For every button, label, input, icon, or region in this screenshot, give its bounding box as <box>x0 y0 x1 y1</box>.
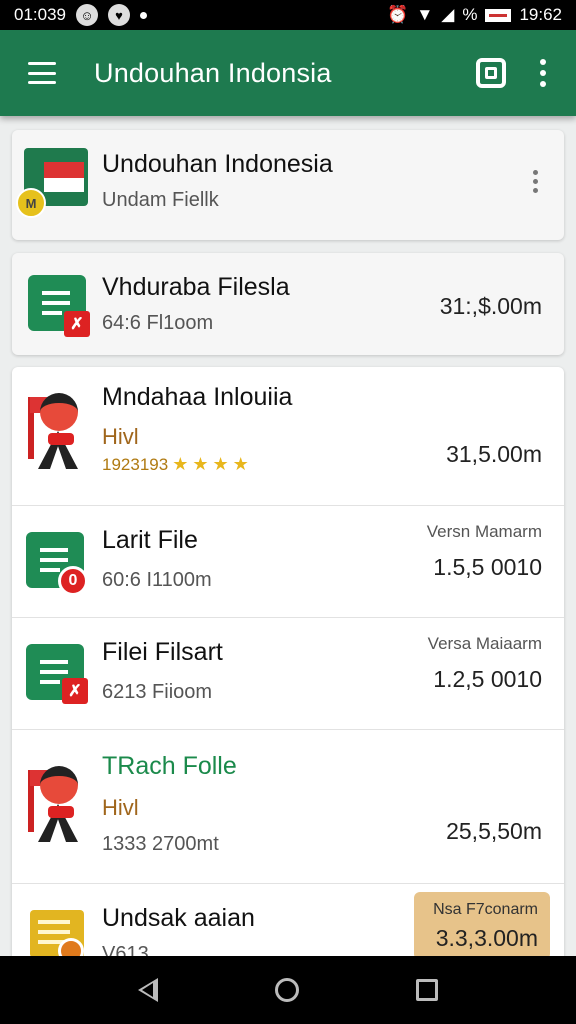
notification-message-icon: ♥ <box>108 4 130 26</box>
list-item[interactable]: ✗ Filei Filsart 6213 Fiioom Versa Maiaar… <box>12 617 564 729</box>
home-icon[interactable] <box>274 978 299 1002</box>
list-item-amount: 25,5,50m <box>446 818 542 844</box>
list-item-title: Larit File <box>102 526 198 554</box>
signal-icon: ◢ <box>441 5 455 24</box>
file-card-amount: 31:,$.00m <box>439 293 542 319</box>
alarm-icon: ⏰ <box>387 5 409 24</box>
list-item-title: Filei Filsart <box>102 638 223 666</box>
price-tag[interactable]: Nsa F7conarm 3.3,3.00m <box>414 892 550 960</box>
back-icon[interactable] <box>138 978 159 1002</box>
rating: 1923193 ★ ★ ★ ★ <box>102 454 292 475</box>
list-item[interactable]: Undsak aaian V613 Nsa F7conarm 3.3,3.00m <box>12 883 564 967</box>
list-item-amount: 1.2,5 0010 <box>433 666 542 692</box>
cast-icon[interactable] <box>476 58 506 88</box>
header-card[interactable]: M Undouhan Indonesia Undam Fiellk <box>12 130 564 240</box>
recent-apps-icon[interactable] <box>415 979 438 1001</box>
list-item-title: Undsak aaian <box>102 904 255 932</box>
red-mark-icon: ✗ <box>62 678 88 704</box>
navigation-bar <box>0 956 576 1024</box>
star-icon: ★ <box>172 454 189 474</box>
list-item-amount: 31,5.00m <box>446 441 542 467</box>
red-badge-icon: 0 <box>58 566 88 596</box>
price-tag-amount: 3.3,3.00m <box>435 924 538 951</box>
battery-icon <box>485 8 512 22</box>
star-icon: ★ <box>192 454 209 474</box>
list-item-title: TRach Folle <box>102 752 237 780</box>
star-icon: ★ <box>232 454 249 474</box>
status-bar-right: ⏰ ▼ ◢ % 19:62 <box>387 5 562 25</box>
more-options-icon[interactable] <box>540 59 546 87</box>
app-bar: Undouhan Indonsia <box>0 30 576 116</box>
app-title: Undouhan Indonsia <box>94 57 332 88</box>
file-list: Mndahaa Inlouiia Hivl 1923193 ★ ★ ★ ★ 31… <box>12 367 564 967</box>
battery-percent-symbol: % <box>462 5 478 24</box>
wifi-icon: ▼ <box>416 5 434 24</box>
avatar-icon <box>26 760 86 846</box>
list-item-subtitle: 6213 Fiioom <box>102 681 213 703</box>
list-item-subtitle: 60:6 I1100m <box>102 569 212 591</box>
rating-number: 1923193 <box>102 454 169 474</box>
badge-icon: M <box>16 188 46 218</box>
file-card-subtitle: 64:6 Fl1oom <box>102 312 214 334</box>
list-item-title: Mndahaa Inlouiia <box>102 383 293 411</box>
list-item-tag: Hivl <box>102 795 139 820</box>
list-item[interactable]: TRach Folle Hivl 1333 2700mt 25,5,50m <box>12 729 564 883</box>
header-card-title: Undouhan Indonesia <box>102 150 333 178</box>
status-clock: 19:62 <box>519 5 562 24</box>
star-icon: ★ <box>212 454 229 474</box>
status-bar-left: 01:039 ☺ ♥ <box>14 4 147 26</box>
file-card-title: Vhduraba Filesla <box>102 273 290 301</box>
list-item-version: Versn Mamarm <box>426 522 542 541</box>
menu-icon[interactable] <box>28 62 56 84</box>
notification-dot-icon <box>140 11 147 19</box>
list-item[interactable]: 0 Larit File 60:6 I1100m Versn Mamarm 1.… <box>12 505 564 617</box>
status-bar: 01:039 ☺ ♥ ⏰ ▼ ◢ % 19:62 <box>0 0 576 30</box>
file-card[interactable]: ✗ Vhduraba Filesla 64:6 Fl1oom 31:,$.00m <box>12 253 564 355</box>
list-item-subtitle: 1333 2700mt <box>102 833 219 855</box>
notification-app-icon: ☺ <box>76 4 98 26</box>
list-item[interactable]: Mndahaa Inlouiia Hivl 1923193 ★ ★ ★ ★ 31… <box>12 367 564 505</box>
status-time-left: 01:039 <box>14 5 66 24</box>
price-tag-label: Nsa F7conarm <box>433 900 538 918</box>
list-item-tag: Hivl <box>102 424 139 449</box>
list-item-amount: 1.5,5 0010 <box>433 554 542 580</box>
header-card-more-icon[interactable] <box>533 170 538 193</box>
red-mark-icon: ✗ <box>64 311 90 337</box>
header-card-subtitle: Undam Fiellk <box>102 189 219 211</box>
list-item-version: Versa Maiaarm <box>427 634 542 653</box>
avatar-icon <box>26 387 86 473</box>
